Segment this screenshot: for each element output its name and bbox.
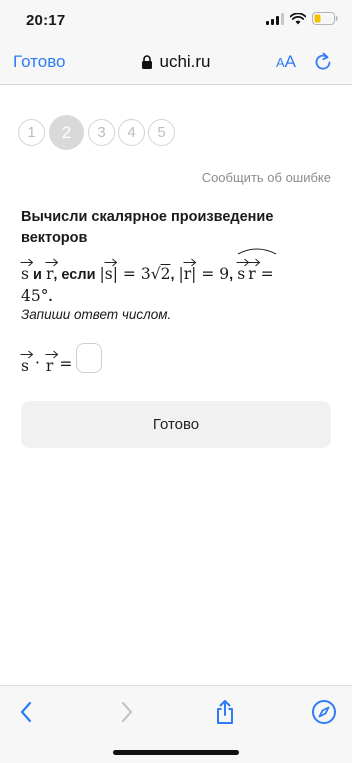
vector-s-label: s [21,265,29,283]
step-2-active[interactable]: 2 [49,115,84,150]
vector-arrow-icon [45,258,59,267]
angle-expression: s r [236,248,277,283]
browser-nav-bar: Готово uchi.ru AA [0,44,352,85]
vector-r-label: r [45,357,54,375]
if-text: , если [53,267,100,283]
lock-icon [141,54,153,74]
vector-s: s [236,258,250,283]
dot-operator: · [34,354,40,372]
and-text: и [28,267,46,283]
status-time: 20:17 [26,12,66,29]
back-icon[interactable] [12,698,40,726]
reload-icon[interactable] [314,52,332,76]
degree-sign: ° [40,287,49,305]
vector-s-label: s [104,265,113,283]
vector-arrow-icon [183,258,197,267]
wifi-icon [289,12,307,30]
angle-arc-icon [237,248,277,255]
abs-r-expression: | r| = 9 [179,258,230,283]
vector-arrow-icon [20,350,34,359]
vector-r: r [247,258,261,283]
step-5[interactable]: 5 [148,119,175,146]
screen: 20:17 Готово uchi.ru AA 1 2 3 4 5 Сообщи… [0,0,352,763]
vector-r: r [183,258,197,283]
aa-big: A [284,52,297,71]
vector-r-label: r [248,265,256,283]
task-formula: s и r, если | s| = 3√2, | r| = 9, s r = [20,248,331,286]
step-indicator: 1 2 3 4 5 [18,115,178,150]
task-statement: Вычисли скалярное произведение векторов … [20,207,331,308]
home-indicator [113,750,239,755]
battery-icon [312,12,338,30]
vector-arrow-icon [247,258,261,267]
url-display[interactable]: uchi.ru [0,52,352,74]
forward-icon[interactable] [113,698,141,726]
answer-instruction: Запиши ответ числом. [21,307,172,322]
url-text: uchi.ru [159,52,211,71]
task-heading: Вычисли скалярное произведение векторов [21,209,274,246]
answer-input[interactable] [76,343,103,373]
angle-value: 45° [21,287,48,305]
task-formula-end: 45°. [21,287,53,305]
status-bar: 20:17 [0,0,352,44]
vector-arrow-icon [45,350,59,359]
answer-row: s · r = [20,343,103,375]
report-error-link[interactable]: Сообщить об ошибке [202,170,331,185]
vector-r-label: r [183,265,192,283]
vector-r: r [45,350,59,375]
vector-s: s [20,258,34,283]
vector-s-label: s [21,357,29,375]
vector-r: r [45,258,59,283]
vector-arrow-icon [20,258,34,267]
sqrt-argument: 2 [160,265,171,283]
step-1[interactable]: 1 [18,119,45,146]
vector-s-label: s [237,265,246,283]
share-icon[interactable] [211,698,239,726]
vector-s: s [104,258,118,283]
angle-number: 45 [21,287,41,305]
equals-sign: = [59,355,73,373]
vector-r-label: r [45,265,54,283]
abs-s-expression: | s| = 3√2 [100,258,171,283]
signal-icon [266,12,284,30]
abs-r-value: 9 [219,265,230,283]
step-4[interactable]: 4 [118,119,145,146]
text-size-button[interactable]: AA [276,52,296,72]
page-content: 1 2 3 4 5 Сообщить об ошибке Вычисли ска… [0,85,352,685]
done-button[interactable]: Готово [21,401,331,448]
vector-s: s [20,350,34,375]
aa-small: A [276,55,285,70]
abs-s-value: 3 [140,265,151,283]
vector-arrow-icon [104,258,118,267]
step-3[interactable]: 3 [88,119,115,146]
status-icons [266,12,338,30]
compass-icon[interactable] [310,698,338,726]
